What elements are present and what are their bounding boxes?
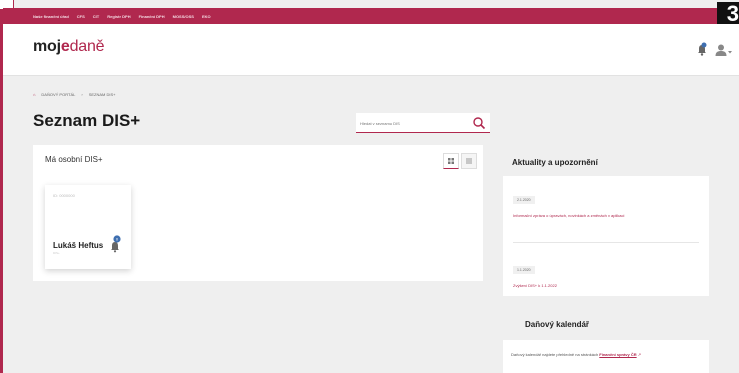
logo-text-part3: daně [69, 38, 105, 55]
breadcrumb-item[interactable]: DAŇOVÝ PORTÁL [41, 92, 75, 97]
grid-icon [448, 158, 454, 164]
card-id: ID: 0000000 [53, 193, 75, 198]
news-panel: 2.1.2020 Informační zpráva o úpravách, n… [503, 176, 709, 296]
top-link[interactable]: CFS [77, 14, 85, 19]
news-divider [513, 242, 699, 243]
card-notification-bell-icon[interactable]: 0 [109, 235, 121, 253]
external-link-icon: ↗ [637, 352, 642, 357]
calendar-title: Daňový kalendář [525, 320, 590, 329]
dis-list-panel: Má osobní DIS+ ID: 0000000 Lukáš Heftus … [33, 145, 483, 281]
logo-text-part1: moj [33, 38, 61, 55]
calendar-link[interactable]: Finanční správy ČR [599, 352, 636, 357]
news-link[interactable]: Informační zpráva o úpravách, novinkách … [513, 212, 693, 219]
list-icon [466, 158, 472, 164]
breadcrumb-item: SEZNAM DIS+ [88, 92, 116, 97]
card-name: Lukáš Heftus [53, 241, 104, 250]
site-logo[interactable]: mojedaně [33, 38, 105, 56]
news-item[interactable]: 2.1.2020 Informační zpráva o úpravách, n… [513, 188, 693, 219]
top-link[interactable]: EKO [202, 14, 211, 19]
user-menu-icon[interactable] [715, 44, 733, 56]
site-header: mojedaně [3, 24, 739, 76]
calendar-panel: Daňový kalendář najdete přehledně na str… [503, 340, 709, 373]
grid-view-toggle[interactable] [443, 153, 459, 169]
news-date: 2.1.2020 [513, 196, 535, 204]
search-icon[interactable] [472, 116, 486, 130]
top-link[interactable]: Finanční DPH [139, 14, 165, 19]
home-icon[interactable]: ⌂ [33, 92, 35, 97]
logo-text-part2: e [60, 38, 70, 55]
news-link[interactable]: Zvýšení DIS+ k 1.1.2022 [513, 282, 693, 289]
step-number-badge: 3 [717, 2, 739, 26]
search-field [356, 113, 490, 133]
top-link-bar: Naše finanční úřad CFS CIT Registr DPH F… [3, 8, 739, 24]
page-title: Seznam DIS+ [33, 111, 141, 130]
dis-card[interactable]: ID: 0000000 Lukáš Heftus DIS+ 0 [45, 185, 131, 269]
search-input[interactable] [360, 117, 470, 129]
list-view-toggle[interactable] [461, 153, 477, 169]
breadcrumb-separator: › [81, 92, 83, 97]
top-link[interactable]: MOSS/OSS [173, 14, 194, 19]
news-title: Aktuality a upozornění [512, 158, 598, 167]
news-item[interactable]: 1.1.2020 Zvýšení DIS+ k 1.1.2022 [513, 258, 693, 289]
news-date: 1.1.2020 [513, 266, 535, 274]
calendar-text: Daňový kalendář najdete přehledně na str… [511, 352, 641, 357]
panel-title: Má osobní DIS+ [45, 155, 103, 164]
top-link[interactable]: Registr DPH [107, 14, 130, 19]
top-link[interactable]: CIT [93, 14, 99, 19]
breadcrumb: ⌂ DAŇOVÝ PORTÁL › SEZNAM DIS+ [33, 92, 116, 97]
top-link[interactable]: Naše finanční úřad [33, 14, 69, 19]
notification-bell-icon[interactable] [697, 42, 707, 56]
card-subtitle: DIS+ [53, 251, 60, 255]
calendar-description: Daňový kalendář najdete přehledně na str… [511, 352, 599, 357]
